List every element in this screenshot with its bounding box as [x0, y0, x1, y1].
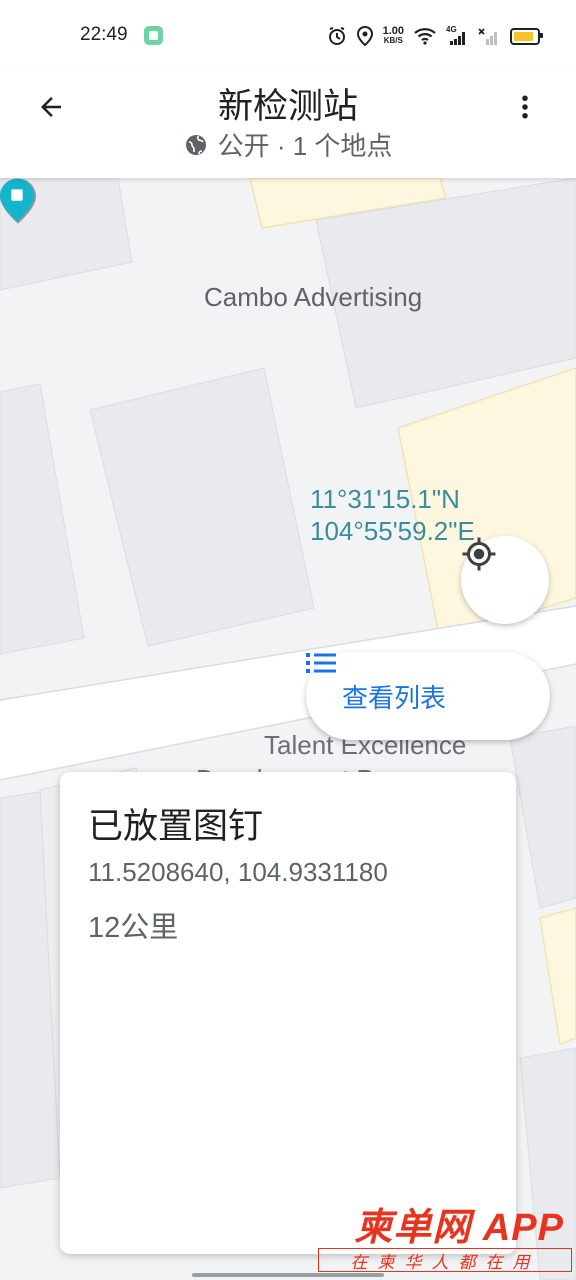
wifi-icon	[414, 28, 436, 45]
place-card-title: 已放置图钉	[88, 807, 264, 846]
place-card-distance: 12公里	[88, 912, 179, 944]
view-list-label: 查看列表	[342, 682, 447, 713]
more-options-button[interactable]	[504, 86, 546, 128]
place-card-coordinates: 11.5208640, 104.9331180	[88, 857, 388, 887]
app-indicator-icon	[144, 26, 163, 45]
watermark-logo: 柬单网 APP 在柬华人都在用	[318, 1196, 572, 1276]
dropped-pin-icon[interactable]	[0, 178, 34, 222]
view-list-button[interactable]: 查看列表	[306, 652, 550, 740]
pin-coordinates-label: 11°31'15.1"N 104°55'59.2"E	[310, 484, 475, 546]
status-icons: 1.00 KB/S 4G	[327, 22, 543, 50]
page-subtitle: 公开 · 1 个地点	[0, 126, 576, 163]
globe-icon	[185, 134, 206, 155]
app-header: 新检测站 公开 · 1 个地点	[0, 70, 576, 178]
signal-icon: 4G	[446, 25, 468, 45]
battery-icon	[510, 27, 543, 45]
status-bar: 22:49 1.00 KB/S 4G	[0, 0, 576, 70]
place-card[interactable]: 已放置图钉 11.5208640, 104.9331180 12公里	[60, 772, 516, 1254]
visibility-label: 公开 · 1 个地点	[217, 131, 393, 161]
alarm-icon	[328, 27, 345, 45]
status-time: 22:49	[80, 24, 128, 45]
my-location-button[interactable]	[461, 536, 549, 624]
list-icon	[306, 653, 336, 673]
more-vert-icon	[522, 95, 528, 119]
my-location-icon	[462, 537, 496, 571]
page-title: 新检测站	[217, 87, 358, 126]
location-icon	[356, 26, 373, 46]
net-speed: 1.00 KB/S	[382, 25, 404, 46]
signal-off-icon	[478, 28, 497, 45]
poi-label[interactable]: Cambo Advertising	[204, 282, 422, 313]
